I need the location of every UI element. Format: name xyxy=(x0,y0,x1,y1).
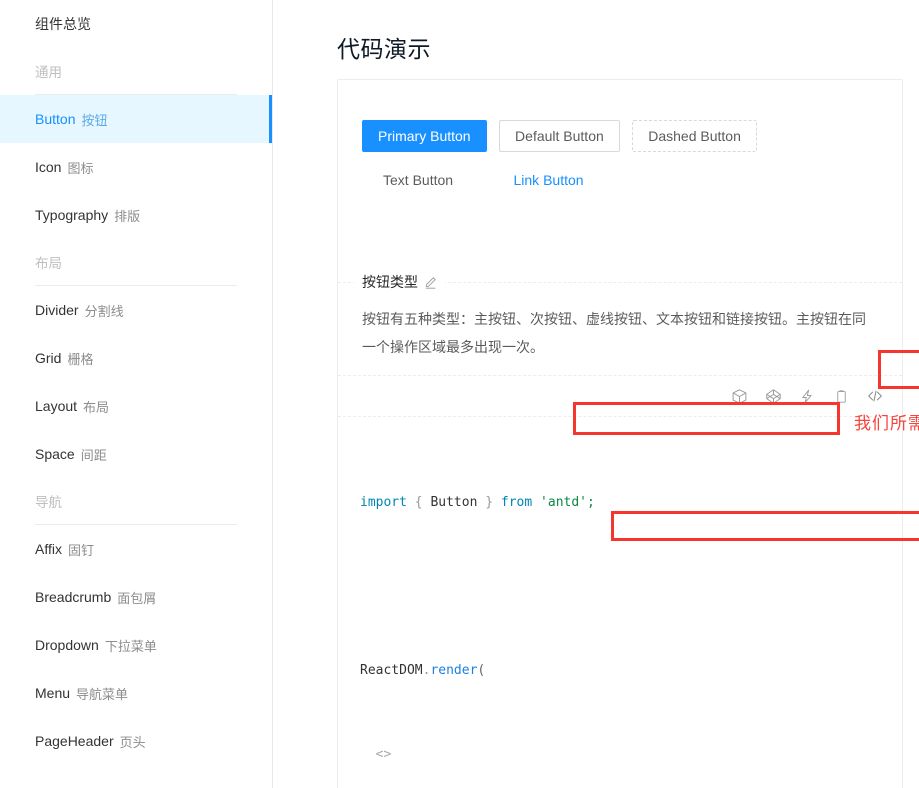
sidebar-item-label: Button xyxy=(35,111,76,127)
sidebar-item-label: Divider xyxy=(35,302,79,318)
demo-card: Primary Button Default Button Dashed But… xyxy=(337,79,903,788)
sidebar-item-label: Grid xyxy=(35,350,62,366)
sidebar-item-label-cn: 固钉 xyxy=(67,542,94,558)
sidebar-item-icon[interactable]: Icon 图标 xyxy=(0,143,272,191)
sidebar-group-导航: 导航 xyxy=(0,478,272,524)
sidebar-item-label: Space xyxy=(35,446,75,462)
demo-description: 按钮有五种类型：主按钮、次按钮、虚线按钮、文本按钮和链接按钮。主按钮在同一个操作… xyxy=(362,311,866,355)
primary-button[interactable]: Primary Button xyxy=(362,120,487,152)
code-paren-open: ( xyxy=(477,663,486,678)
sidebar-item-label: Affix xyxy=(35,541,62,557)
sidebar-item-typography[interactable]: Typography 排版 xyxy=(0,191,272,239)
codepen-icon[interactable] xyxy=(764,387,782,405)
code-obj-reactdom: ReactDOM xyxy=(360,663,423,678)
code-brace-open: { xyxy=(414,495,423,510)
button-row-secondary: Text Button Link Button xyxy=(367,164,878,196)
sidebar-item-label: PageHeader xyxy=(35,733,114,749)
demo-preview: Primary Button Default Button Dashed But… xyxy=(338,80,902,240)
sidebar-item-label: Typography xyxy=(35,207,109,223)
code-frag-open: <> xyxy=(375,747,392,762)
button-row-primary: Primary Button Default Button Dashed But… xyxy=(362,120,878,152)
app-root: 组件总览通用 Button 按钮 Icon 图标 Typography 排版布局 Divide… xyxy=(0,0,919,788)
sidebar-item-label-cn: 页头 xyxy=(119,734,146,750)
sidebar-item-label: 布局 xyxy=(35,256,62,271)
code-kw-from: from xyxy=(500,495,533,510)
sidebar-item-label-cn: 按钮 xyxy=(81,112,108,128)
component-sidebar[interactable]: 组件总览通用 Button 按钮 Icon 图标 Typography 排版布局 Divide… xyxy=(0,0,273,788)
code-line-render: ReactDOM.render( xyxy=(360,657,880,685)
sidebar-item-affix[interactable]: Affix 固钉 xyxy=(0,525,272,573)
sidebar-item-label: Menu xyxy=(35,685,71,701)
code-module-antd: 'antd'; xyxy=(540,495,595,510)
demo-title-label: 按钮类型 xyxy=(362,274,418,290)
code-line-fragment-open: <> xyxy=(360,741,880,769)
sidebar-item-label-cn: 排版 xyxy=(114,208,141,224)
code-line-blank-1 xyxy=(360,573,880,601)
sidebar-item-label-cn: 导航菜单 xyxy=(76,686,129,702)
edit-pencil-icon[interactable] xyxy=(424,276,437,289)
import-component-annotation: 我们所需引入的组件 xyxy=(854,414,919,433)
code-fn-render: render xyxy=(430,663,478,678)
sidebar-item-label-cn: 布局 xyxy=(83,399,110,415)
sidebar-item-button[interactable]: Button 按钮 xyxy=(0,95,272,143)
sidebar-item-pageheader[interactable]: PageHeader 页头 xyxy=(0,717,272,765)
sidebar-item-label: 导航 xyxy=(35,495,62,510)
main-content: 代码演示 Primary Button Default Button Dashe… xyxy=(273,0,919,788)
sidebar-item-label: 通用 xyxy=(35,65,62,80)
demo-meta: 按钮类型 按钮有五种类型：主按钮、次按钮、虚线按钮、文本按钮和链接按钮。主按钮在… xyxy=(338,272,902,375)
page-title: 代码演示 xyxy=(337,36,431,62)
sidebar-item-breadcrumb[interactable]: Breadcrumb 面包屑 xyxy=(0,573,272,621)
sidebar-item-label: Layout xyxy=(35,398,78,414)
sidebar-item-label: 组件总览 xyxy=(35,16,91,32)
sidebar-item-label-cn: 分割线 xyxy=(84,303,124,319)
demo-title: 按钮类型 xyxy=(354,272,445,292)
sidebar-item-label-cn: 下拉菜单 xyxy=(104,638,157,654)
sidebar-item-label-cn: 图标 xyxy=(67,160,94,176)
code-icon[interactable] xyxy=(866,387,884,405)
sidebar-item-label-cn: 面包屑 xyxy=(117,590,157,606)
code-kw-import: import xyxy=(360,495,407,510)
code-ident-button: Button xyxy=(430,495,478,510)
sidebar-group-布局: 布局 xyxy=(0,239,272,285)
sidebar-item-组件总览[interactable]: 组件总览 xyxy=(0,0,272,48)
sidebar-item-label-cn: 栅格 xyxy=(67,351,94,367)
riddle-bolt-icon[interactable] xyxy=(798,387,816,405)
sidebar-item-layout[interactable]: Layout 布局 xyxy=(0,382,272,430)
copy-icon[interactable] xyxy=(832,387,850,405)
sidebar-item-space[interactable]: Space 间距 xyxy=(0,430,272,478)
sidebar-item-divider[interactable]: Divider 分割线 xyxy=(0,286,272,334)
sidebar-item-dropdown[interactable]: Dropdown 下拉菜单 xyxy=(0,621,272,669)
code-block[interactable]: import { Button } from 'antd'; ReactDOM.… xyxy=(338,417,902,788)
sidebar-item-label: Icon xyxy=(35,159,62,175)
sidebar-item-label: Breadcrumb xyxy=(35,589,112,605)
dashed-button[interactable]: Dashed Button xyxy=(632,120,757,152)
demo-action-toolbar xyxy=(338,375,902,417)
sidebar-item-label-cn: 间距 xyxy=(80,447,107,463)
sidebar-item-grid[interactable]: Grid 栅格 xyxy=(0,334,272,382)
text-button[interactable]: Text Button xyxy=(367,164,469,196)
code-line-import: import { Button } from 'antd'; xyxy=(360,489,880,517)
default-button[interactable]: Default Button xyxy=(499,120,620,152)
sidebar-item-menu[interactable]: Menu 导航菜单 xyxy=(0,669,272,717)
link-button[interactable]: Link Button xyxy=(498,164,600,196)
sidebar-item-label: Dropdown xyxy=(35,637,99,653)
sidebar-group-通用: 通用 xyxy=(0,48,272,94)
code-brace-close: } xyxy=(485,495,494,510)
codesandbox-icon[interactable] xyxy=(730,387,748,405)
sidebar-active-indicator xyxy=(269,95,272,143)
